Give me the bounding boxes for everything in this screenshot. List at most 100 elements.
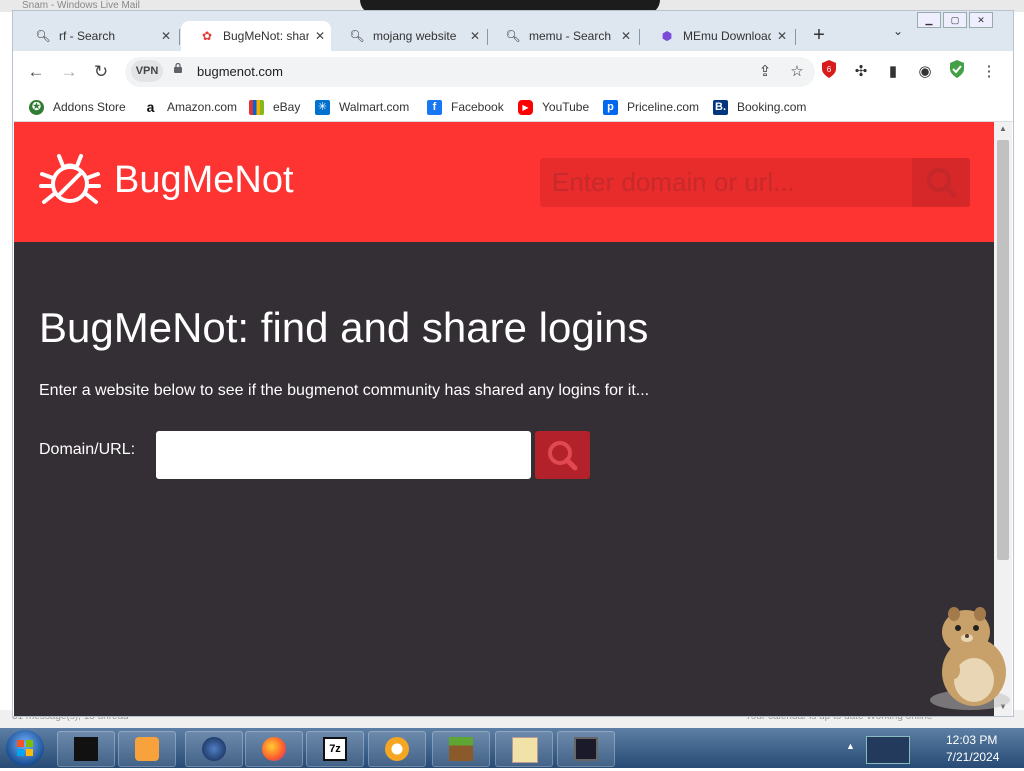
tab-rf-search[interactable]: 🔍︎ rf - Search ✕: [17, 21, 177, 51]
bookmark-youtube[interactable]: ▶ YouTube: [518, 97, 589, 117]
domain-search-button[interactable]: [535, 431, 590, 479]
bug-logo-icon[interactable]: [39, 152, 101, 208]
bookmark-priceline[interactable]: p Priceline.com: [603, 97, 699, 117]
header-search-button[interactable]: [912, 158, 970, 207]
clock-time[interactable]: 12:03 PM: [946, 733, 997, 747]
addons-icon: ✪: [29, 99, 44, 115]
shield-icon[interactable]: 6: [817, 60, 841, 84]
page-description: Enter a website below to see if the bugm…: [39, 382, 650, 399]
bookmark-label: Facebook: [451, 100, 504, 114]
bookmark-booking[interactable]: B. Booking.com: [713, 97, 806, 117]
ebay-icon: [249, 99, 264, 115]
bookmark-amazon[interactable]: a Amazon.com: [143, 97, 237, 117]
taskbar-app-7zip[interactable]: 7z: [306, 731, 364, 767]
minimize-button[interactable]: ▁: [917, 12, 941, 28]
header-search: [540, 158, 970, 207]
walmart-icon: ✳: [315, 99, 330, 115]
mail-icon: [512, 737, 538, 763]
taskbar-app-black-window[interactable]: [57, 731, 115, 767]
7zip-icon: 7z: [323, 737, 347, 761]
svg-text:6: 6: [827, 65, 832, 74]
bookmark-label: Walmart.com: [339, 100, 410, 114]
side-panel-icon[interactable]: ▮: [881, 60, 905, 84]
bookmark-facebook[interactable]: f Facebook: [427, 97, 504, 117]
close-icon[interactable]: ✕: [309, 29, 331, 43]
tab-memu-search[interactable]: 🔍︎ memu - Search ✕: [487, 21, 637, 51]
taskbar-app-globe[interactable]: [185, 731, 243, 767]
tab-separator: [639, 29, 640, 45]
tray-expand-icon[interactable]: ▲: [846, 741, 855, 751]
windows-logo-icon: [17, 740, 33, 756]
tab-mojang-website[interactable]: 🔍︎ mojang website ✕: [331, 21, 486, 51]
search-icon: [927, 168, 957, 198]
priceline-icon: p: [603, 99, 618, 115]
close-icon[interactable]: ✕: [771, 29, 793, 43]
taskbar-app-vpn[interactable]: [368, 731, 426, 767]
tab-strip: 🔍︎ rf - Search ✕ ✿ BugMeNot: share login…: [13, 11, 1013, 51]
close-icon[interactable]: ✕: [464, 29, 486, 43]
share-icon[interactable]: ⇪: [753, 60, 777, 84]
bookmark-label: Addons Store: [53, 100, 126, 114]
globe-icon: [202, 737, 226, 761]
memu-icon: ⬢: [661, 29, 673, 43]
taskbar-app-monitor[interactable]: [557, 731, 615, 767]
facebook-icon: f: [427, 99, 442, 115]
site-header: BugMeNot: [14, 122, 994, 242]
tab-label: MEmu Download: [683, 29, 771, 43]
taskbar-app-minecraft[interactable]: [432, 731, 490, 767]
adguard-icon[interactable]: [945, 60, 969, 84]
forward-icon[interactable]: →: [57, 60, 81, 84]
header-search-input[interactable]: [540, 158, 912, 207]
search-icon: 🔍︎: [349, 29, 365, 43]
hamster-sticker-icon: [930, 607, 1010, 710]
tab-label: memu - Search: [529, 29, 612, 43]
search-icon: 🔍︎: [35, 29, 51, 43]
taskbar-app-firefox[interactable]: [245, 731, 303, 767]
tab-separator: [179, 29, 180, 45]
close-window-button[interactable]: ✕: [969, 12, 993, 28]
extensions-icon[interactable]: ✣: [849, 60, 873, 84]
vpn-button[interactable]: VPN: [131, 60, 163, 82]
scrollbar-thumb[interactable]: [997, 140, 1009, 560]
scroll-up-icon[interactable]: ▲: [994, 124, 1012, 136]
bookmarks-bar: ✪ Addons Store a Amazon.com eBay ✳ Walma…: [13, 93, 1013, 122]
bookmark-addons-store[interactable]: ✪ Addons Store: [29, 97, 126, 117]
tab-separator: [795, 29, 796, 45]
bug-icon: ✿: [201, 29, 213, 43]
address-bar[interactable]: VPN bugmenot.com ⇪ ☆: [125, 57, 815, 87]
tray-app-icon[interactable]: [866, 736, 910, 764]
page-title: BugMeNot: find and share logins: [39, 304, 649, 351]
taskbar-app-media-player[interactable]: [118, 731, 176, 767]
booking-icon: B.: [713, 99, 728, 115]
new-tab-button[interactable]: +: [808, 24, 830, 46]
chevron-down-icon[interactable]: ⌄: [888, 24, 908, 38]
search-icon: [548, 441, 578, 471]
close-icon[interactable]: ✕: [615, 29, 637, 43]
profile-icon[interactable]: ◉: [913, 60, 937, 84]
browser-window: 🔍︎ rf - Search ✕ ✿ BugMeNot: share login…: [12, 10, 1014, 717]
domain-url-input[interactable]: [156, 431, 531, 479]
reload-icon[interactable]: ↻: [89, 60, 113, 84]
bookmark-star-icon[interactable]: ☆: [785, 60, 809, 84]
taskbar: 7z ▲ 12:03 PM 7/21/2024: [0, 728, 1024, 768]
lock-icon[interactable]: [173, 63, 183, 73]
tab-memu-download[interactable]: ⬢ MEmu Download ✕: [641, 21, 793, 51]
bookmark-label: YouTube: [542, 100, 590, 114]
bookmark-walmart[interactable]: ✳ Walmart.com: [315, 97, 409, 117]
menu-icon[interactable]: ⋮: [977, 60, 1001, 84]
bookmark-ebay[interactable]: eBay: [249, 97, 300, 117]
taskbar-app-mail[interactable]: [495, 731, 553, 767]
brand-logo-text[interactable]: BugMeNot: [114, 159, 294, 202]
browser-toolbar: ← → ↻ VPN bugmenot.com ⇪ ☆ 6 ✣ ▮ ◉ ⋮: [13, 51, 1013, 93]
media-player-icon: [135, 737, 159, 761]
back-icon[interactable]: ←: [24, 60, 48, 84]
tab-bugmenot[interactable]: ✿ BugMeNot: share logins ✕: [181, 21, 331, 51]
tab-label: BugMeNot: share logins: [223, 29, 309, 43]
vpn-shield-icon: [385, 737, 409, 761]
maximize-button[interactable]: ▢: [943, 12, 967, 28]
url-text[interactable]: bugmenot.com: [197, 64, 283, 79]
clock-date[interactable]: 7/21/2024: [946, 750, 999, 764]
system-tray: ▲ 12:03 PM 7/21/2024: [840, 728, 1024, 768]
start-button[interactable]: [6, 730, 44, 766]
close-icon[interactable]: ✕: [155, 29, 177, 43]
